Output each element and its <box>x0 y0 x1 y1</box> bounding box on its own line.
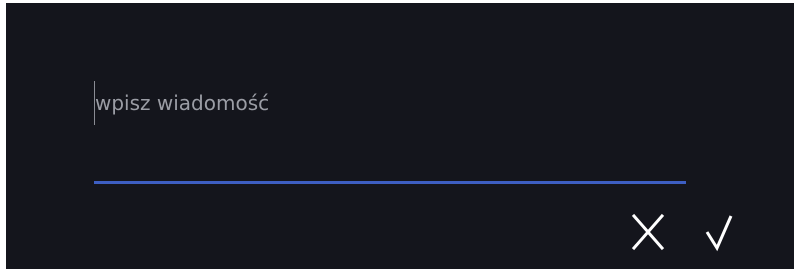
message-input-container[interactable] <box>94 77 685 137</box>
close-icon <box>631 213 665 251</box>
input-underline <box>94 181 686 184</box>
message-dialog <box>6 3 794 269</box>
screen-frame <box>0 0 807 271</box>
confirm-button[interactable] <box>699 210 739 254</box>
message-input[interactable] <box>95 77 680 129</box>
check-icon <box>705 215 733 252</box>
cancel-button[interactable] <box>628 210 668 254</box>
